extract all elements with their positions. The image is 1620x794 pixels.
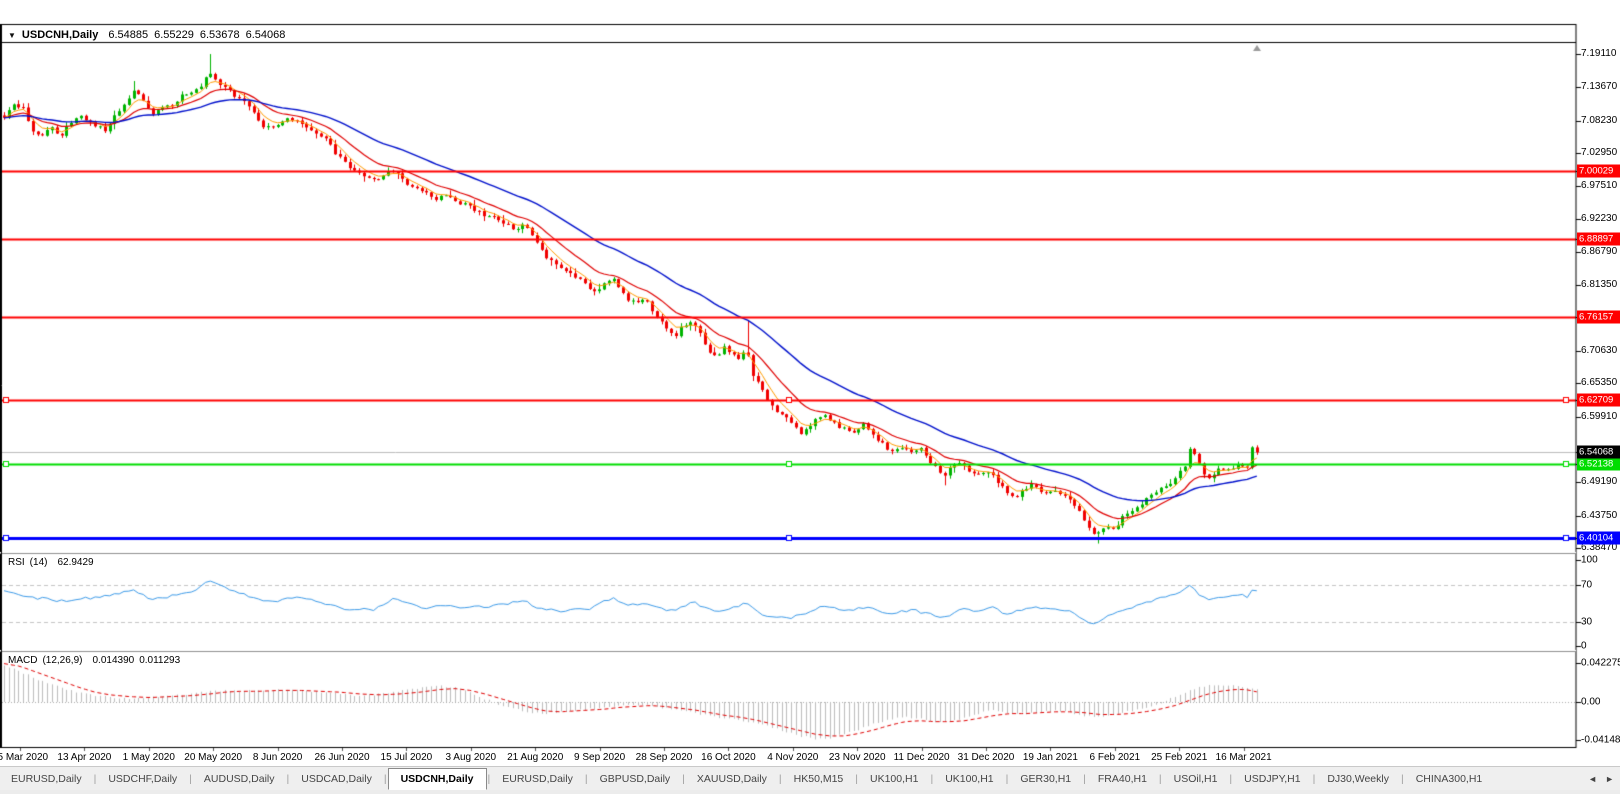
chart-tab-USDJPY-H1[interactable]: USDJPY,H1	[1233, 769, 1311, 789]
status-strip	[0, 790, 1620, 794]
chart-title: ▼ USDCNH,Daily 6.54885 6.55229 6.53678 6…	[8, 28, 291, 42]
price-line-label: 7.00029	[1577, 164, 1620, 178]
rsi-indicator-label: RSI (14) 62.9429	[8, 557, 99, 568]
date-axis-label: 21 Aug 2020	[507, 752, 564, 763]
date-axis-label: 28 Sep 2020	[635, 752, 693, 763]
price-axis-label: 6.70630	[1581, 344, 1618, 356]
chart-tabs: EURUSD,Daily | USDCHF,Daily | AUDUSD,Daily | U…	[0, 766, 1620, 791]
price-axis-label: 7.02950	[1581, 146, 1618, 158]
chart-tab-EURUSD-Daily[interactable]: EURUSD,Daily	[491, 769, 584, 789]
mt4-terminal: ✛ ▼ M1M5M15M30H1H4D1W1MN ▼ USDCNH,Daily …	[0, 0, 1620, 794]
rsi-axis-label: 0	[1581, 640, 1587, 651]
rsi-name: RSI	[8, 557, 25, 568]
ohlc-open: 6.54885	[108, 29, 149, 41]
rsi-params: (14)	[29, 557, 48, 568]
chart-tab-DJ30-Weekly[interactable]: DJ30,Weekly	[1316, 769, 1400, 789]
chart-tab-CHINA300-H1[interactable]: CHINA300,H1	[1405, 769, 1494, 789]
date-axis-label: 20 May 2020	[184, 752, 243, 763]
price-line-label: 6.88897	[1577, 232, 1620, 246]
rsi-axis-label: 100	[1581, 554, 1598, 566]
rsi-axis-label: 30	[1581, 616, 1593, 628]
chart-tab-USDCHF-Daily[interactable]: USDCHF,Daily	[97, 769, 188, 789]
tab-scroll-right-icon[interactable]: ►	[1605, 774, 1614, 784]
date-axis-label: 19 Jan 2021	[1022, 752, 1078, 763]
chart-tab-USOil-H1[interactable]: USOil,H1	[1163, 769, 1229, 789]
chart-canvas[interactable]	[0, 0, 1620, 794]
price-axis-label: 6.59910	[1581, 410, 1618, 422]
chart-collapse-icon[interactable]: ▼	[8, 31, 16, 40]
ohlc-high: 6.55229	[154, 29, 194, 41]
macd-axis-label: 0.00	[1581, 696, 1601, 708]
date-axis-label: 23 Nov 2020	[828, 752, 886, 763]
date-axis-label: 8 Jun 2020	[252, 752, 303, 763]
date-axis-label: 16 Mar 2021	[1215, 752, 1272, 763]
date-axis-label: 3 Aug 2020	[445, 752, 497, 763]
price-line-label: 6.40104	[1577, 531, 1620, 545]
price-axis-label: 6.43750	[1581, 509, 1618, 521]
price-axis-label: 6.49190	[1581, 476, 1618, 488]
price-line-label: 6.52138	[1577, 457, 1620, 471]
price-axis-label: 7.19110	[1581, 48, 1617, 59]
chart-tab-XAUUSD-Daily[interactable]: XAUUSD,Daily	[686, 769, 778, 789]
price-axis-label: 6.97510	[1581, 180, 1618, 192]
date-axis-label: 6 Feb 2021	[1089, 752, 1141, 763]
price-line-label: 6.54068	[1577, 445, 1620, 459]
chart-symbol-period: USDCNH,Daily	[21, 29, 99, 41]
macd-signal-value: 0.011293	[139, 655, 181, 666]
chart-tab-AUDUSD-Daily[interactable]: AUDUSD,Daily	[193, 769, 286, 789]
price-line-label: 6.76157	[1577, 310, 1620, 324]
chart-tab-FRA40-H1[interactable]: FRA40,H1	[1087, 769, 1158, 789]
macd-main-value: 0.014390	[92, 655, 135, 666]
chart-tab-EURUSD-Daily[interactable]: EURUSD,Daily	[0, 769, 93, 789]
price-axis-label: 6.86790	[1581, 245, 1618, 257]
date-axis-label: 9 Sep 2020	[574, 752, 626, 763]
tab-scroll-left-icon[interactable]: ◄	[1588, 774, 1597, 784]
date-axis-label: 16 Oct 2020	[701, 752, 756, 763]
date-axis-label: 25 Mar 2020	[0, 752, 49, 763]
price-axis-label: 7.13670	[1581, 81, 1618, 93]
macd-axis-label: 0.042275	[1581, 657, 1620, 669]
date-axis-label: 13 Apr 2020	[57, 752, 112, 763]
date-axis-label: 1 May 2020	[122, 752, 175, 763]
chart-tab-GBPUSD-Daily[interactable]: GBPUSD,Daily	[589, 769, 682, 789]
date-axis-label: 4 Nov 2020	[767, 752, 819, 763]
price-axis-label: 6.81350	[1581, 279, 1618, 291]
chart-tab-UK100-H1[interactable]: UK100,H1	[859, 769, 929, 789]
chart-tab-USDCNH-Daily[interactable]: USDCNH,Daily	[387, 768, 487, 790]
chart-tab-HK50-M15[interactable]: HK50,M15	[783, 769, 855, 789]
price-axis-label: 6.65350	[1581, 377, 1618, 389]
ohlc-close: 6.54068	[245, 29, 286, 41]
date-axis-label: 26 Jun 2020	[314, 752, 370, 763]
date-axis-label: 15 Jul 2020	[380, 752, 433, 763]
date-axis-label: 31 Dec 2020	[957, 752, 1015, 763]
macd-axis-label: -0.04148	[1581, 734, 1620, 745]
macd-indicator-label: MACD (12,26,9) 0.014390 0.011293	[8, 655, 185, 666]
ohlc-low: 6.53678	[199, 29, 240, 41]
price-axis-label: 7.08230	[1581, 114, 1618, 126]
price-axis-label: 6.92230	[1581, 212, 1618, 224]
macd-name: MACD	[8, 655, 38, 666]
chart-tab-USDCAD-Daily[interactable]: USDCAD,Daily	[290, 769, 383, 789]
chart-tab-GER30-H1[interactable]: GER30,H1	[1009, 769, 1082, 789]
date-axis-label: 25 Feb 2021	[1151, 752, 1208, 763]
chart-tab-UK100-H1[interactable]: UK100,H1	[934, 769, 1004, 789]
macd-params: (12,26,9)	[42, 655, 83, 666]
price-line-label: 6.62709	[1577, 393, 1620, 406]
rsi-axis-label: 70	[1581, 579, 1593, 591]
rsi-value: 62.9429	[57, 557, 94, 568]
date-axis-label: 11 Dec 2020	[893, 752, 950, 763]
price-axis-label: 6.38470	[1581, 542, 1618, 553]
